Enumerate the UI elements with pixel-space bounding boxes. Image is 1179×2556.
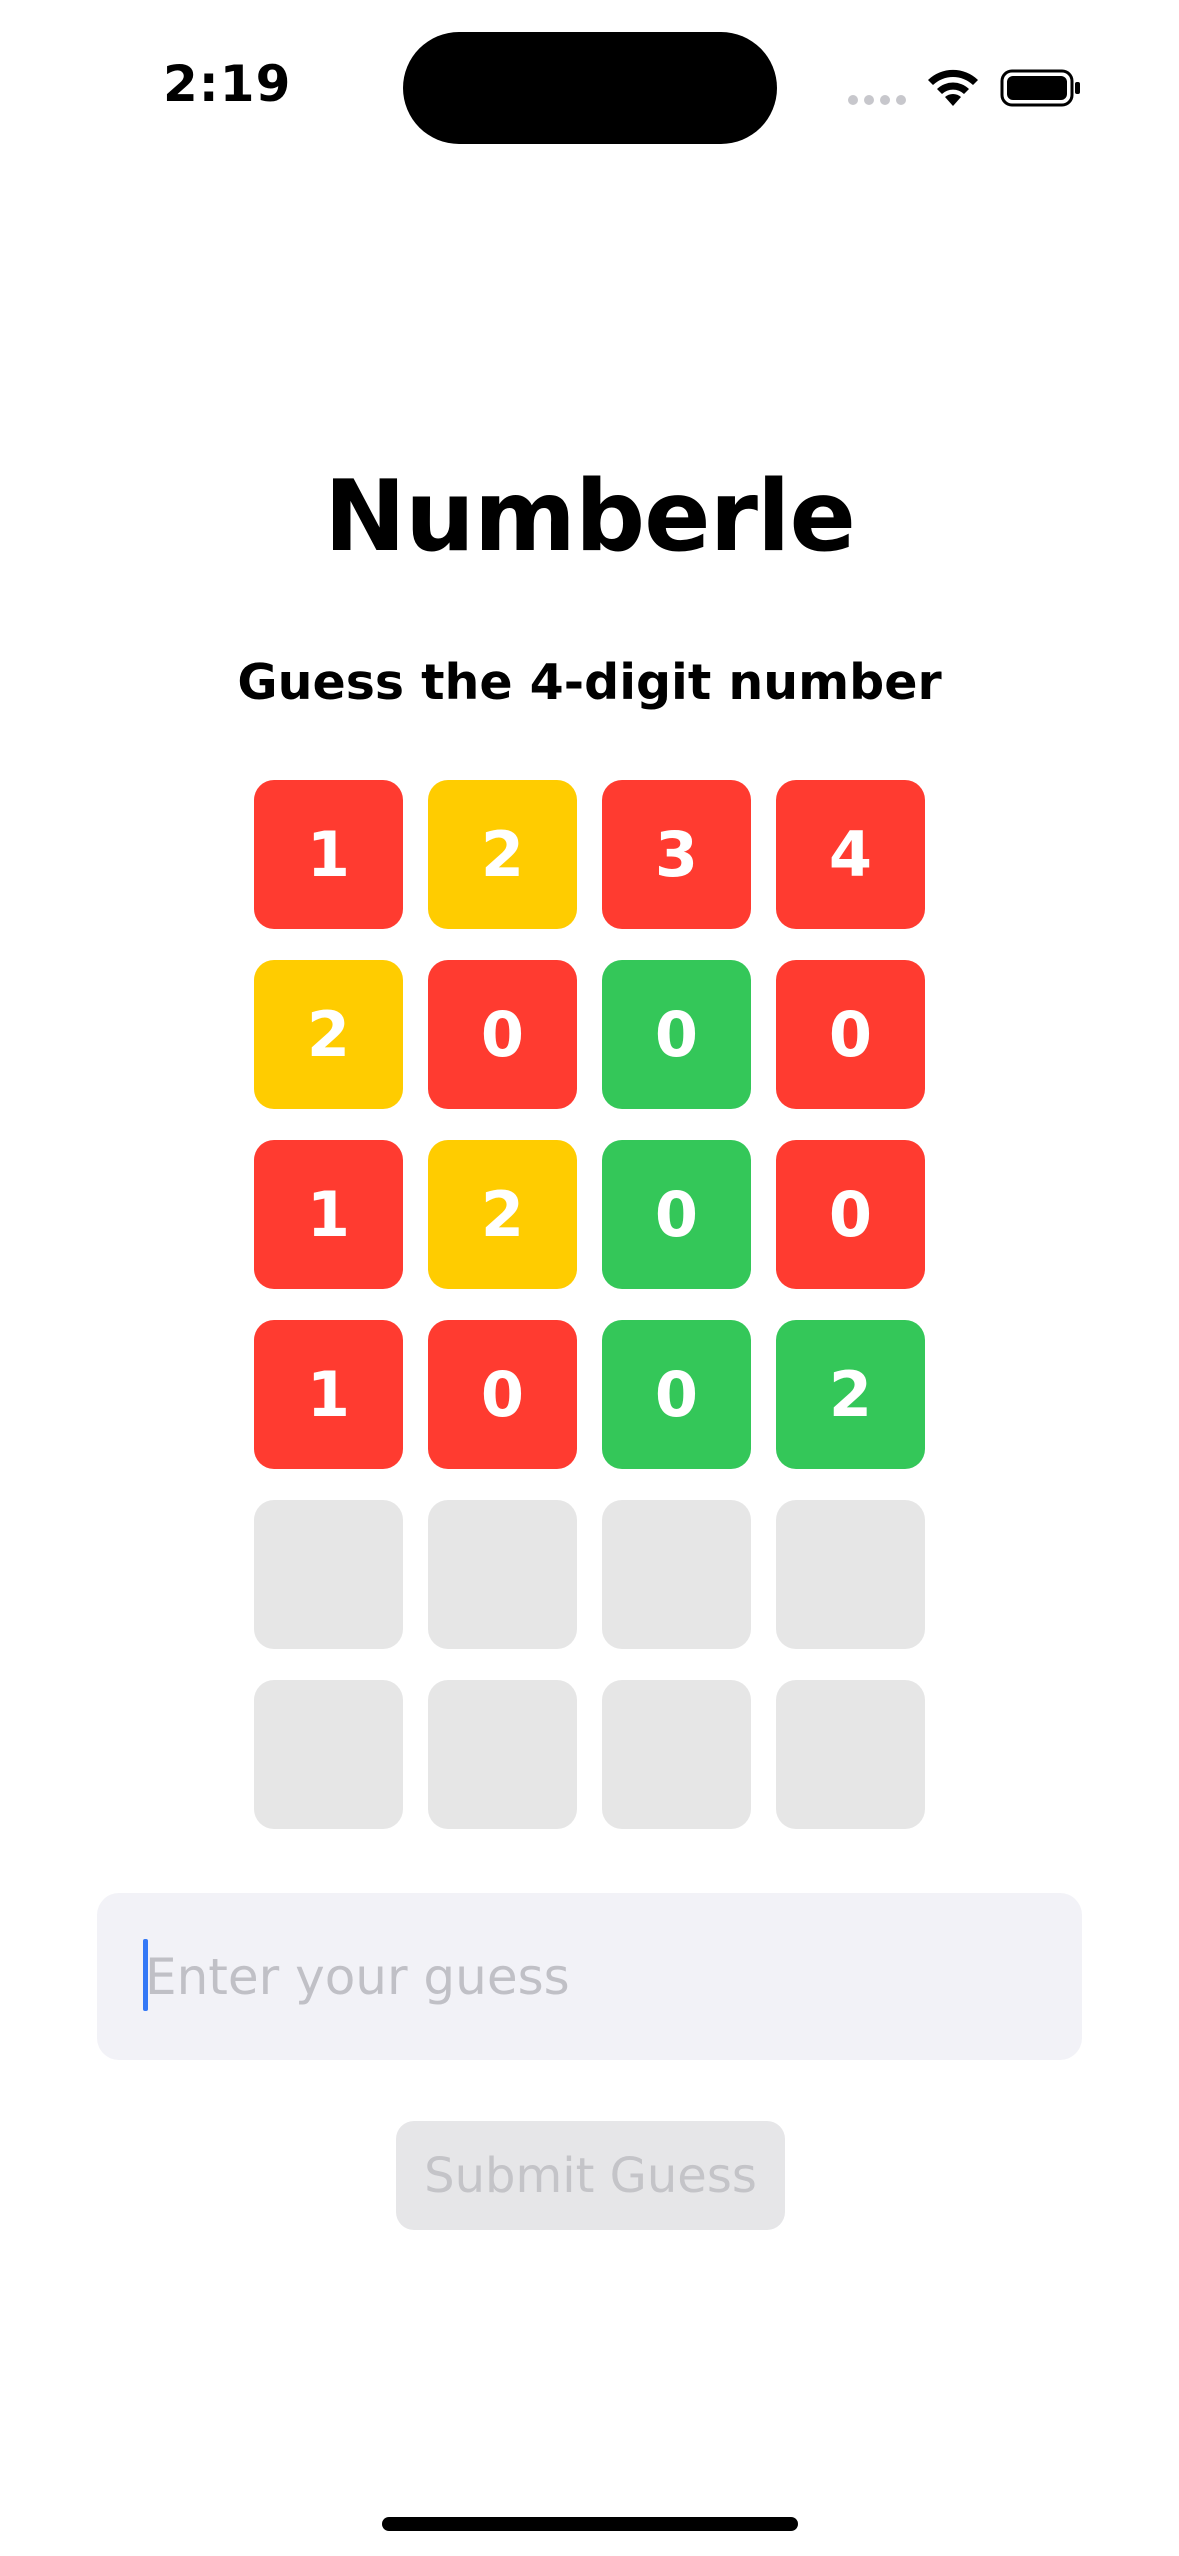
empty-tile <box>776 1680 925 1829</box>
guess-tile: 2 <box>254 960 403 1109</box>
submit-guess-button[interactable]: Submit Guess <box>396 2121 785 2230</box>
wifi-icon <box>928 69 978 106</box>
guess-tile: 0 <box>776 1140 925 1289</box>
empty-tile <box>428 1680 577 1829</box>
guess-tile: 0 <box>602 1140 751 1289</box>
home-indicator[interactable] <box>382 2517 798 2531</box>
page-title: Numberle <box>324 460 856 574</box>
guess-input[interactable]: Enter your guess <box>97 1893 1082 2060</box>
text-caret <box>143 1939 148 2011</box>
guess-tile: 2 <box>428 1140 577 1289</box>
guess-tile: 1 <box>254 1140 403 1289</box>
empty-tile <box>254 1500 403 1649</box>
guess-tile: 3 <box>602 780 751 929</box>
guess-tile: 1 <box>254 1320 403 1469</box>
cellular-signal-icon <box>848 95 906 105</box>
guess-tile: 0 <box>428 1320 577 1469</box>
instructions-text: Guess the 4-digit number <box>237 654 942 711</box>
guess-tile: 4 <box>776 780 925 929</box>
guess-tile: 0 <box>602 960 751 1109</box>
guess-input-placeholder: Enter your guess <box>145 1947 570 2006</box>
dynamic-island <box>403 32 777 144</box>
guess-tile: 0 <box>428 960 577 1109</box>
status-time: 2:19 <box>163 55 292 113</box>
guess-tile: 1 <box>254 780 403 929</box>
empty-tile <box>602 1500 751 1649</box>
empty-tile <box>602 1680 751 1829</box>
battery-icon <box>1000 69 1080 107</box>
guess-tile: 0 <box>602 1320 751 1469</box>
guess-tile: 2 <box>428 780 577 929</box>
guess-tile: 0 <box>776 960 925 1109</box>
empty-tile <box>776 1500 925 1649</box>
empty-tile <box>428 1500 577 1649</box>
empty-tile <box>254 1680 403 1829</box>
guess-tile: 2 <box>776 1320 925 1469</box>
guess-board: 1234200012001002 <box>254 780 925 1829</box>
